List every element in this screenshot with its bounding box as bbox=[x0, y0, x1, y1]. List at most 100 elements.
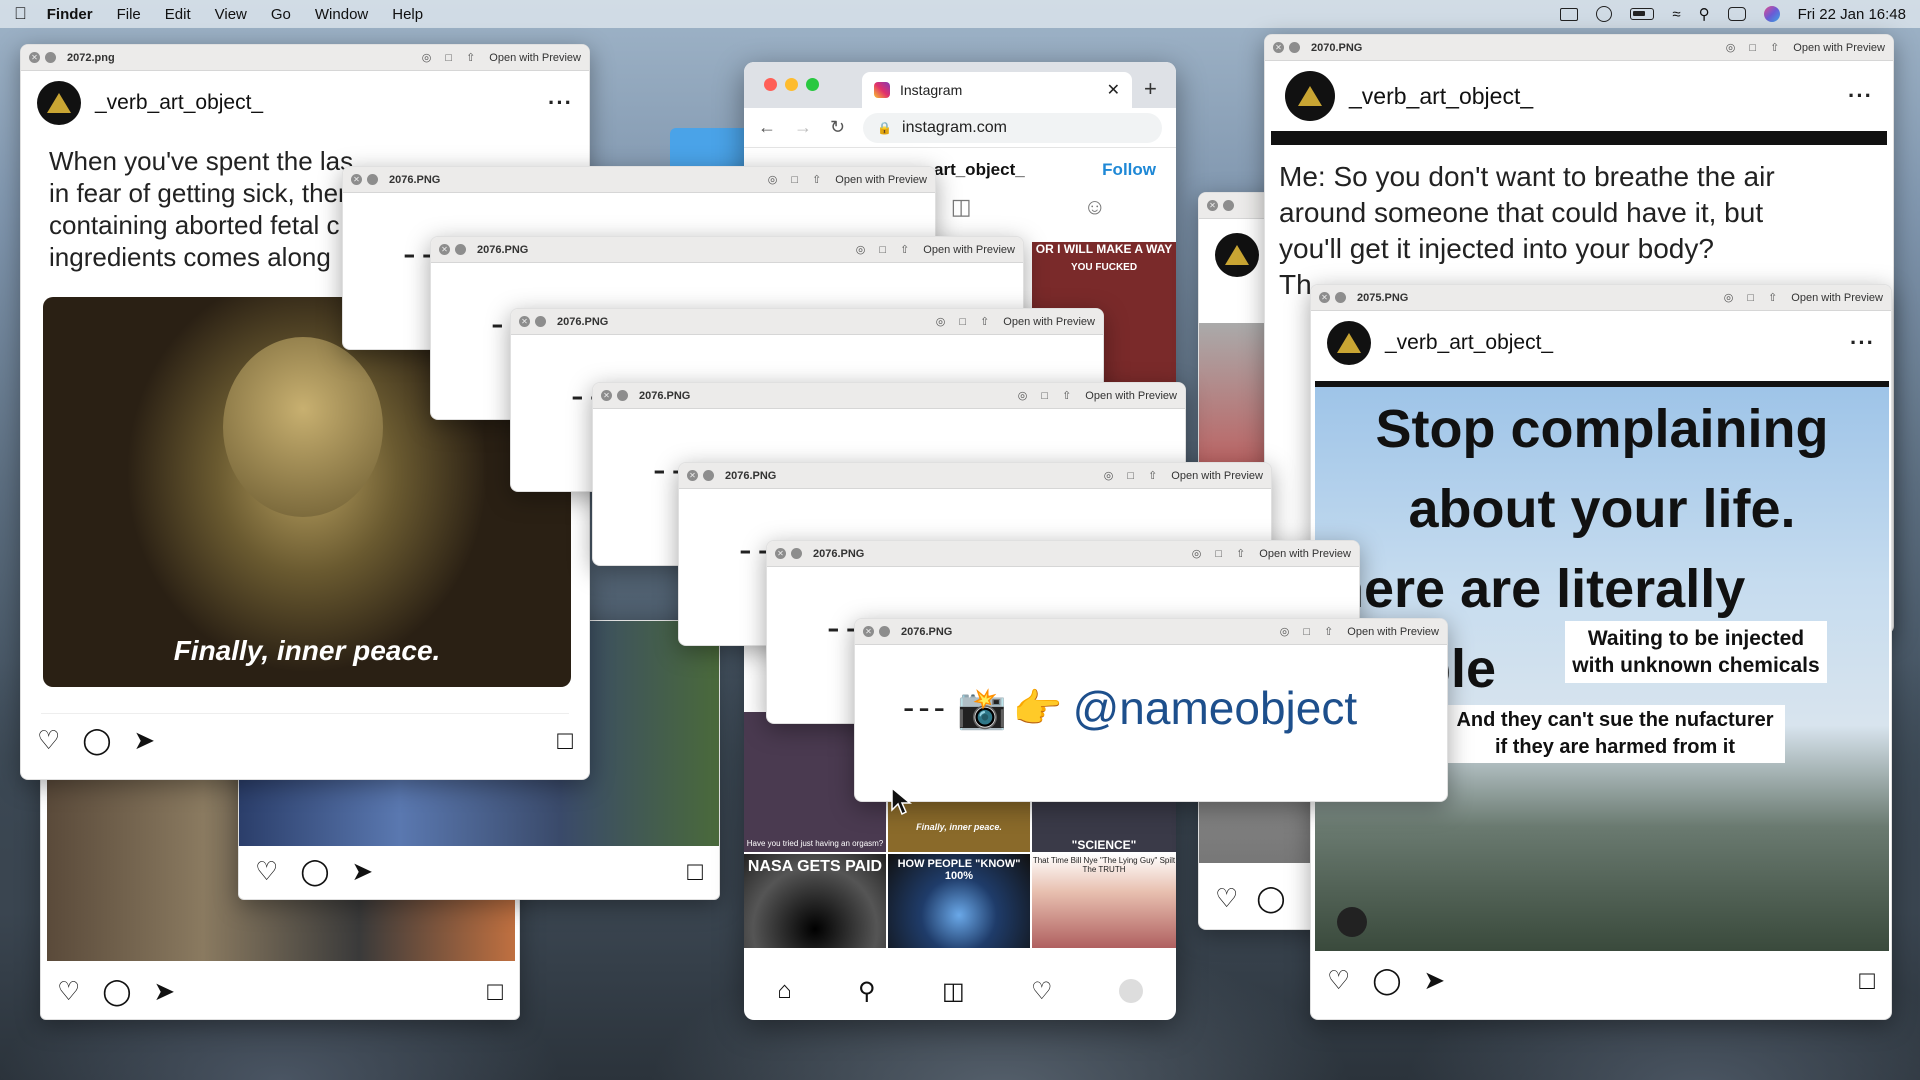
post-username[interactable]: _verb_art_object_ bbox=[1385, 331, 1553, 355]
home-icon[interactable]: ⌂ bbox=[777, 977, 792, 1005]
avatar[interactable] bbox=[37, 81, 81, 125]
close-icon[interactable]: ✕ bbox=[439, 244, 450, 255]
fullscreen-icon[interactable] bbox=[1289, 42, 1300, 53]
zoom-button[interactable] bbox=[806, 78, 819, 91]
comment-icon[interactable]: ◯ bbox=[1256, 883, 1285, 914]
minimize-button[interactable] bbox=[785, 78, 798, 91]
fullscreen-icon[interactable] bbox=[45, 52, 56, 63]
reels-tab-icon[interactable]: ◫ bbox=[951, 194, 972, 220]
share-icon[interactable]: ⇧ bbox=[1062, 389, 1071, 402]
rotate-icon[interactable]: □ bbox=[1041, 390, 1048, 402]
open-with-preview-button[interactable]: Open with Preview bbox=[1347, 626, 1439, 638]
fullscreen-icon[interactable] bbox=[617, 390, 628, 401]
close-icon[interactable]: ✕ bbox=[863, 626, 874, 637]
share-icon[interactable]: ➤ bbox=[153, 976, 175, 1007]
comment-icon[interactable]: ◯ bbox=[300, 856, 329, 887]
share-icon[interactable]: ⇧ bbox=[1768, 291, 1777, 304]
back-icon[interactable]: ← bbox=[758, 117, 776, 138]
open-with-preview-button[interactable]: Open with Preview bbox=[835, 174, 927, 186]
share-icon[interactable]: ⇧ bbox=[1770, 41, 1779, 54]
markup-icon[interactable]: ◎ bbox=[1104, 469, 1114, 482]
rotate-icon[interactable]: □ bbox=[445, 52, 452, 64]
wifi-icon[interactable]: ≈ bbox=[1672, 6, 1680, 23]
markup-icon[interactable]: ◎ bbox=[1192, 547, 1202, 560]
folder-icon[interactable] bbox=[670, 128, 750, 168]
rotate-icon[interactable]: □ bbox=[1749, 42, 1756, 54]
avatar[interactable] bbox=[1285, 71, 1335, 121]
bookmark-icon[interactable]: □ bbox=[487, 976, 503, 1007]
reels-icon[interactable]: ◫ bbox=[942, 977, 965, 1006]
share-icon[interactable]: ⇧ bbox=[980, 315, 989, 328]
close-button[interactable] bbox=[764, 78, 777, 91]
rotate-icon[interactable]: □ bbox=[879, 244, 886, 256]
close-tab-icon[interactable]: ✕ bbox=[1107, 80, 1120, 100]
like-icon[interactable]: ♡ bbox=[255, 856, 278, 887]
control-center-icon[interactable] bbox=[1727, 7, 1746, 21]
rotate-icon[interactable]: □ bbox=[1747, 292, 1754, 304]
rotate-icon[interactable]: □ bbox=[791, 174, 798, 186]
reload-icon[interactable]: ↻ bbox=[830, 117, 845, 138]
screen-mirroring-icon[interactable] bbox=[1560, 7, 1579, 21]
rotate-icon[interactable]: □ bbox=[1303, 626, 1310, 638]
siri-icon[interactable] bbox=[1763, 6, 1780, 22]
more-options-icon[interactable]: ··· bbox=[1848, 83, 1873, 109]
share-icon[interactable]: ⇧ bbox=[1324, 625, 1333, 638]
explore-search-icon[interactable]: ⚲ bbox=[858, 977, 876, 1006]
share-icon[interactable]: ⇧ bbox=[1148, 469, 1157, 482]
rotate-icon[interactable]: □ bbox=[959, 316, 966, 328]
menu-app-name[interactable]: Finder bbox=[47, 6, 93, 23]
fullscreen-icon[interactable] bbox=[879, 626, 890, 637]
fullscreen-icon[interactable] bbox=[703, 470, 714, 481]
profile-avatar-icon[interactable] bbox=[1118, 979, 1143, 1003]
post-username[interactable]: _verb_art_object_ bbox=[95, 91, 263, 115]
markup-icon[interactable]: ◎ bbox=[936, 315, 946, 328]
markup-icon[interactable]: ◎ bbox=[768, 173, 778, 186]
open-with-preview-button[interactable]: Open with Preview bbox=[1085, 390, 1177, 402]
play-icon[interactable] bbox=[1596, 6, 1613, 22]
open-with-preview-button[interactable]: Open with Preview bbox=[1171, 470, 1263, 482]
open-with-preview-button[interactable]: Open with Preview bbox=[1793, 42, 1885, 54]
avatar[interactable] bbox=[1327, 321, 1371, 365]
activity-heart-icon[interactable]: ♡ bbox=[1031, 977, 1053, 1006]
comment-icon[interactable]: ◯ bbox=[82, 725, 111, 756]
grid-post[interactable]: "SCIENCE" bbox=[1032, 802, 1176, 852]
open-with-preview-button[interactable]: Open with Preview bbox=[923, 244, 1015, 256]
open-with-preview-button[interactable]: Open with Preview bbox=[489, 52, 581, 64]
share-icon[interactable]: ⇧ bbox=[900, 243, 909, 256]
like-icon[interactable]: ♡ bbox=[1327, 965, 1350, 996]
comment-icon[interactable]: ◯ bbox=[1372, 965, 1401, 996]
like-icon[interactable]: ♡ bbox=[1215, 883, 1238, 914]
markup-icon[interactable]: ◎ bbox=[1726, 41, 1736, 54]
fullscreen-icon[interactable] bbox=[535, 316, 546, 327]
more-options-icon[interactable]: ··· bbox=[548, 90, 573, 116]
tab-instagram[interactable]: Instagram ✕ bbox=[862, 72, 1132, 108]
grid-post[interactable]: HOW PEOPLE "KNOW" 100% bbox=[888, 854, 1030, 948]
grid-post[interactable]: That Time Bill Nye "The Lying Guy" Spilt… bbox=[1032, 854, 1176, 948]
share-icon[interactable]: ➤ bbox=[351, 856, 373, 887]
more-options-icon[interactable]: ··· bbox=[1850, 330, 1875, 356]
apple-icon[interactable]:  bbox=[14, 4, 27, 24]
close-icon[interactable]: ✕ bbox=[1273, 42, 1284, 53]
menu-clock[interactable]: Fri 22 Jan 16:48 bbox=[1798, 6, 1906, 23]
menu-window[interactable]: Window bbox=[315, 6, 368, 23]
fullscreen-icon[interactable] bbox=[791, 548, 802, 559]
fullscreen-icon[interactable] bbox=[1223, 200, 1234, 211]
bookmark-icon[interactable]: □ bbox=[557, 725, 573, 756]
markup-icon[interactable]: ◎ bbox=[856, 243, 866, 256]
close-icon[interactable]: ✕ bbox=[1319, 292, 1330, 303]
markup-icon[interactable]: ◎ bbox=[1018, 389, 1028, 402]
battery-icon[interactable] bbox=[1630, 8, 1655, 20]
markup-icon[interactable]: ◎ bbox=[1280, 625, 1290, 638]
share-icon[interactable]: ➤ bbox=[133, 725, 155, 756]
open-with-preview-button[interactable]: Open with Preview bbox=[1791, 292, 1883, 304]
open-with-preview-button[interactable]: Open with Preview bbox=[1003, 316, 1095, 328]
bookmark-icon[interactable]: □ bbox=[687, 856, 703, 887]
menu-go[interactable]: Go bbox=[271, 6, 291, 23]
close-icon[interactable]: ✕ bbox=[1207, 200, 1218, 211]
menu-view[interactable]: View bbox=[215, 6, 247, 23]
new-tab-icon[interactable]: + bbox=[1144, 76, 1157, 102]
rotate-icon[interactable]: □ bbox=[1127, 470, 1134, 482]
address-bar[interactable]: 🔒 instagram.com bbox=[863, 112, 1162, 143]
bookmark-icon[interactable]: □ bbox=[1859, 965, 1875, 996]
share-icon[interactable]: ⇧ bbox=[812, 173, 821, 186]
